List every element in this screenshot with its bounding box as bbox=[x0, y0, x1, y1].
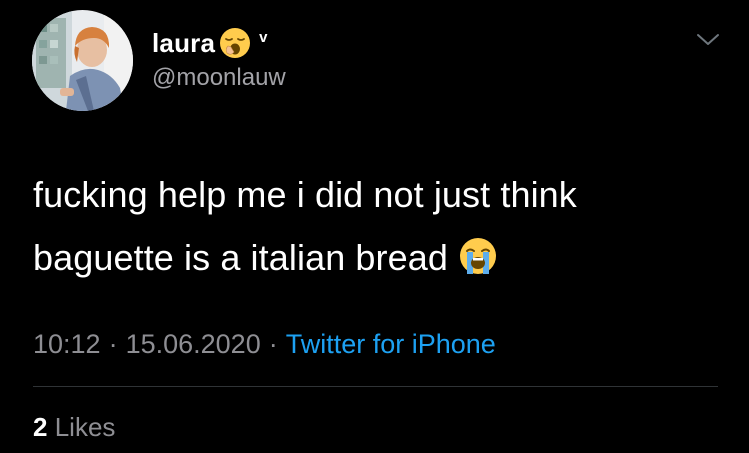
user-handle[interactable]: @moonlauw bbox=[152, 64, 286, 92]
likes-stat[interactable]: 2 Likes bbox=[33, 412, 115, 443]
display-name[interactable]: laura bbox=[152, 28, 215, 59]
tweet-meta: 10:12 · 15.06.2020 · Twitter for iPhone bbox=[33, 329, 496, 360]
divider bbox=[33, 386, 718, 387]
tweet-text: fucking help me i did not just think bag… bbox=[33, 163, 723, 289]
avatar[interactable] bbox=[32, 10, 133, 111]
tweet-text-line: baguette is a italian bread bbox=[33, 237, 448, 278]
loudly-crying-face-emoji-icon bbox=[458, 232, 498, 274]
display-name-row[interactable]: laura v bbox=[152, 26, 268, 60]
tweet-text-line: fucking help me i did not just think bbox=[33, 174, 577, 215]
tweet-source-link[interactable]: Twitter for iPhone bbox=[286, 329, 496, 359]
verified-mark: v bbox=[259, 28, 268, 46]
yawning-face-emoji-icon bbox=[219, 27, 251, 59]
tweet-text-line-with-emoji: baguette is a italian bread bbox=[33, 226, 723, 289]
tweet-options-button[interactable] bbox=[693, 28, 723, 50]
likes-count: 2 bbox=[33, 412, 48, 442]
tweet-date[interactable]: 15.06.2020 bbox=[126, 329, 261, 359]
chevron-down-icon bbox=[697, 34, 719, 45]
tweet-card: laura v @moonlauw fucking help me i did … bbox=[0, 0, 749, 453]
tweet-time[interactable]: 10:12 bbox=[33, 329, 101, 359]
meta-separator: · bbox=[268, 329, 278, 359]
likes-label: Likes bbox=[54, 412, 116, 442]
avatar-image bbox=[32, 10, 133, 111]
meta-separator: · bbox=[108, 329, 118, 359]
